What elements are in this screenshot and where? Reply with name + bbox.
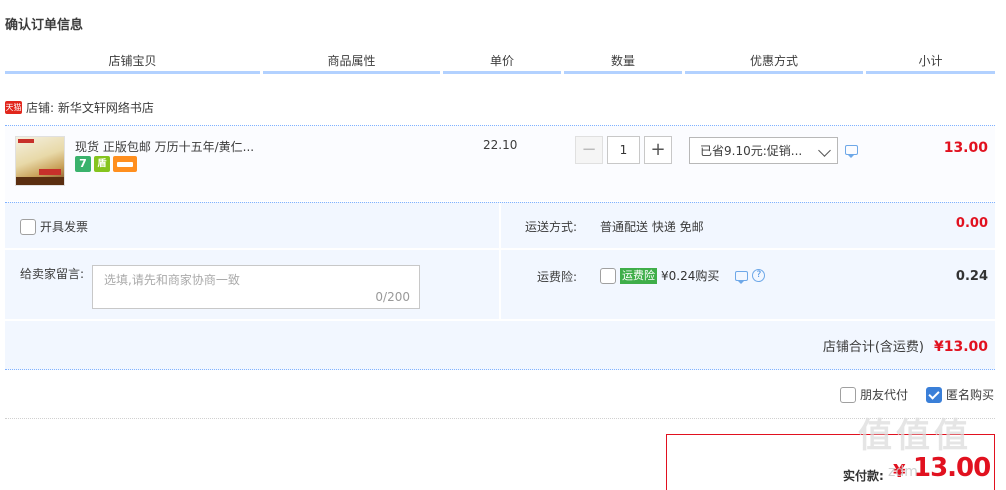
options-divider (5, 319, 995, 321)
payment-label: 实付款: (843, 469, 884, 483)
guarantee-shield-icon[interactable]: 盾 (94, 156, 110, 172)
insurance-option: 运费险 ¥0.24购买 ? (600, 267, 766, 284)
quantity-input[interactable] (607, 136, 640, 164)
tmall-badge-icon: 天猫 (5, 100, 22, 114)
thumb-mark (16, 177, 64, 185)
anonymous-label: 匿名购买 (945, 388, 994, 402)
thumb-mark (18, 139, 34, 143)
chat-icon[interactable] (735, 270, 749, 284)
chevron-down-icon (818, 144, 831, 157)
insurance-fee: 0.24 (955, 269, 988, 284)
insurance-label: 运费险: (537, 270, 578, 284)
chat-icon[interactable] (845, 145, 858, 158)
header-underline (263, 71, 440, 74)
invoice-label: 开具发票 (40, 220, 89, 234)
col-header-price: 单价 (489, 54, 514, 68)
promo-select-value: 已省9.10元:促销... (700, 144, 803, 158)
item-row: 现货 正版包邮 万历十五年/黄仁... 7 盾 22.10 − + 已省9.10… (5, 125, 995, 201)
shop-total-value: ¥13.00 (933, 339, 988, 355)
col-header-subtotal: 小计 (918, 54, 943, 68)
product-title[interactable]: 现货 正版包邮 万历十五年/黄仁... (75, 138, 254, 155)
order-options: 开具发票 运送方式: 普通配送 快递 免邮 0.00 给卖家留言: 选填,请先和… (5, 202, 995, 370)
shop-name[interactable]: 店铺: 新华文轩网络书店 (26, 99, 154, 116)
shipping-fee: 0.00 (955, 216, 988, 231)
service-badges: 7 盾 (75, 156, 137, 172)
payment-currency: ¥ (893, 461, 906, 482)
anonymous-checkbox[interactable]: 匿名购买 (925, 386, 994, 403)
message-placeholder: 选填,请先和商家协商一致 (104, 273, 240, 287)
options-divider (501, 248, 995, 250)
insurance-checkbox[interactable] (600, 267, 616, 284)
checkbox-icon[interactable] (20, 218, 36, 235)
unit-price: 22.10 (483, 138, 518, 152)
invoice-checkbox[interactable]: 开具发票 (20, 218, 88, 235)
shop-row: 天猫 店铺: 新华文轩网络书店 (5, 98, 154, 116)
header-underline (866, 71, 995, 74)
checkbox-checked-icon[interactable] (925, 386, 942, 403)
message-char-count: 0/200 (375, 290, 410, 304)
quantity-stepper: − + (575, 136, 672, 164)
thumb-mark (39, 169, 61, 175)
column-header: 店铺宝贝 商品属性 单价 数量 优惠方式 小计 (5, 52, 995, 74)
options-divider (5, 248, 499, 250)
seller-message-input[interactable]: 选填,请先和商家协商一致 0/200 (92, 265, 420, 309)
insurance-tag: 运费险 (620, 267, 657, 284)
payment-summary: 实付款: ¥ 13.00 (666, 434, 995, 490)
col-header-qty: 数量 (610, 54, 635, 68)
header-underline (685, 71, 863, 74)
help-icon[interactable]: ? (752, 269, 766, 282)
seven-day-return-icon[interactable]: 7 (75, 156, 91, 172)
extra-options: 朋友代付 匿名购买 (839, 386, 994, 403)
col-header-promo: 优惠方式 (749, 54, 798, 68)
message-label: 给卖家留言: (20, 267, 85, 281)
checkbox-icon[interactable] (839, 386, 856, 403)
insurance-price: ¥0.24购买 (661, 269, 720, 283)
credit-card-icon[interactable] (113, 156, 137, 172)
options-divider (499, 203, 501, 319)
quantity-minus-button[interactable]: − (575, 136, 603, 164)
shop-total: 店铺合计(含运费) ¥13.00 (823, 336, 988, 355)
payment-amount: 13.00 (913, 453, 991, 483)
header-underline (443, 71, 561, 74)
col-header-attr: 商品属性 (327, 54, 376, 68)
quantity-plus-button[interactable]: + (644, 136, 672, 164)
shipping-method: 普通配送 快递 免邮 (600, 220, 704, 234)
header-underline (5, 71, 260, 74)
friend-pay-checkbox[interactable]: 朋友代付 (839, 386, 908, 403)
promo-select[interactable]: 已省9.10元:促销... (689, 137, 838, 164)
page-title: 确认订单信息 (5, 18, 84, 33)
col-header-item: 店铺宝贝 (108, 54, 157, 68)
item-subtotal: 13.00 (943, 140, 988, 156)
shipping-label: 运送方式: (525, 220, 578, 234)
divider (5, 418, 995, 419)
friend-pay-label: 朋友代付 (859, 388, 908, 402)
header-underline (564, 71, 682, 74)
product-thumbnail[interactable] (15, 136, 65, 186)
shop-total-label: 店铺合计(含运费) (822, 340, 924, 355)
